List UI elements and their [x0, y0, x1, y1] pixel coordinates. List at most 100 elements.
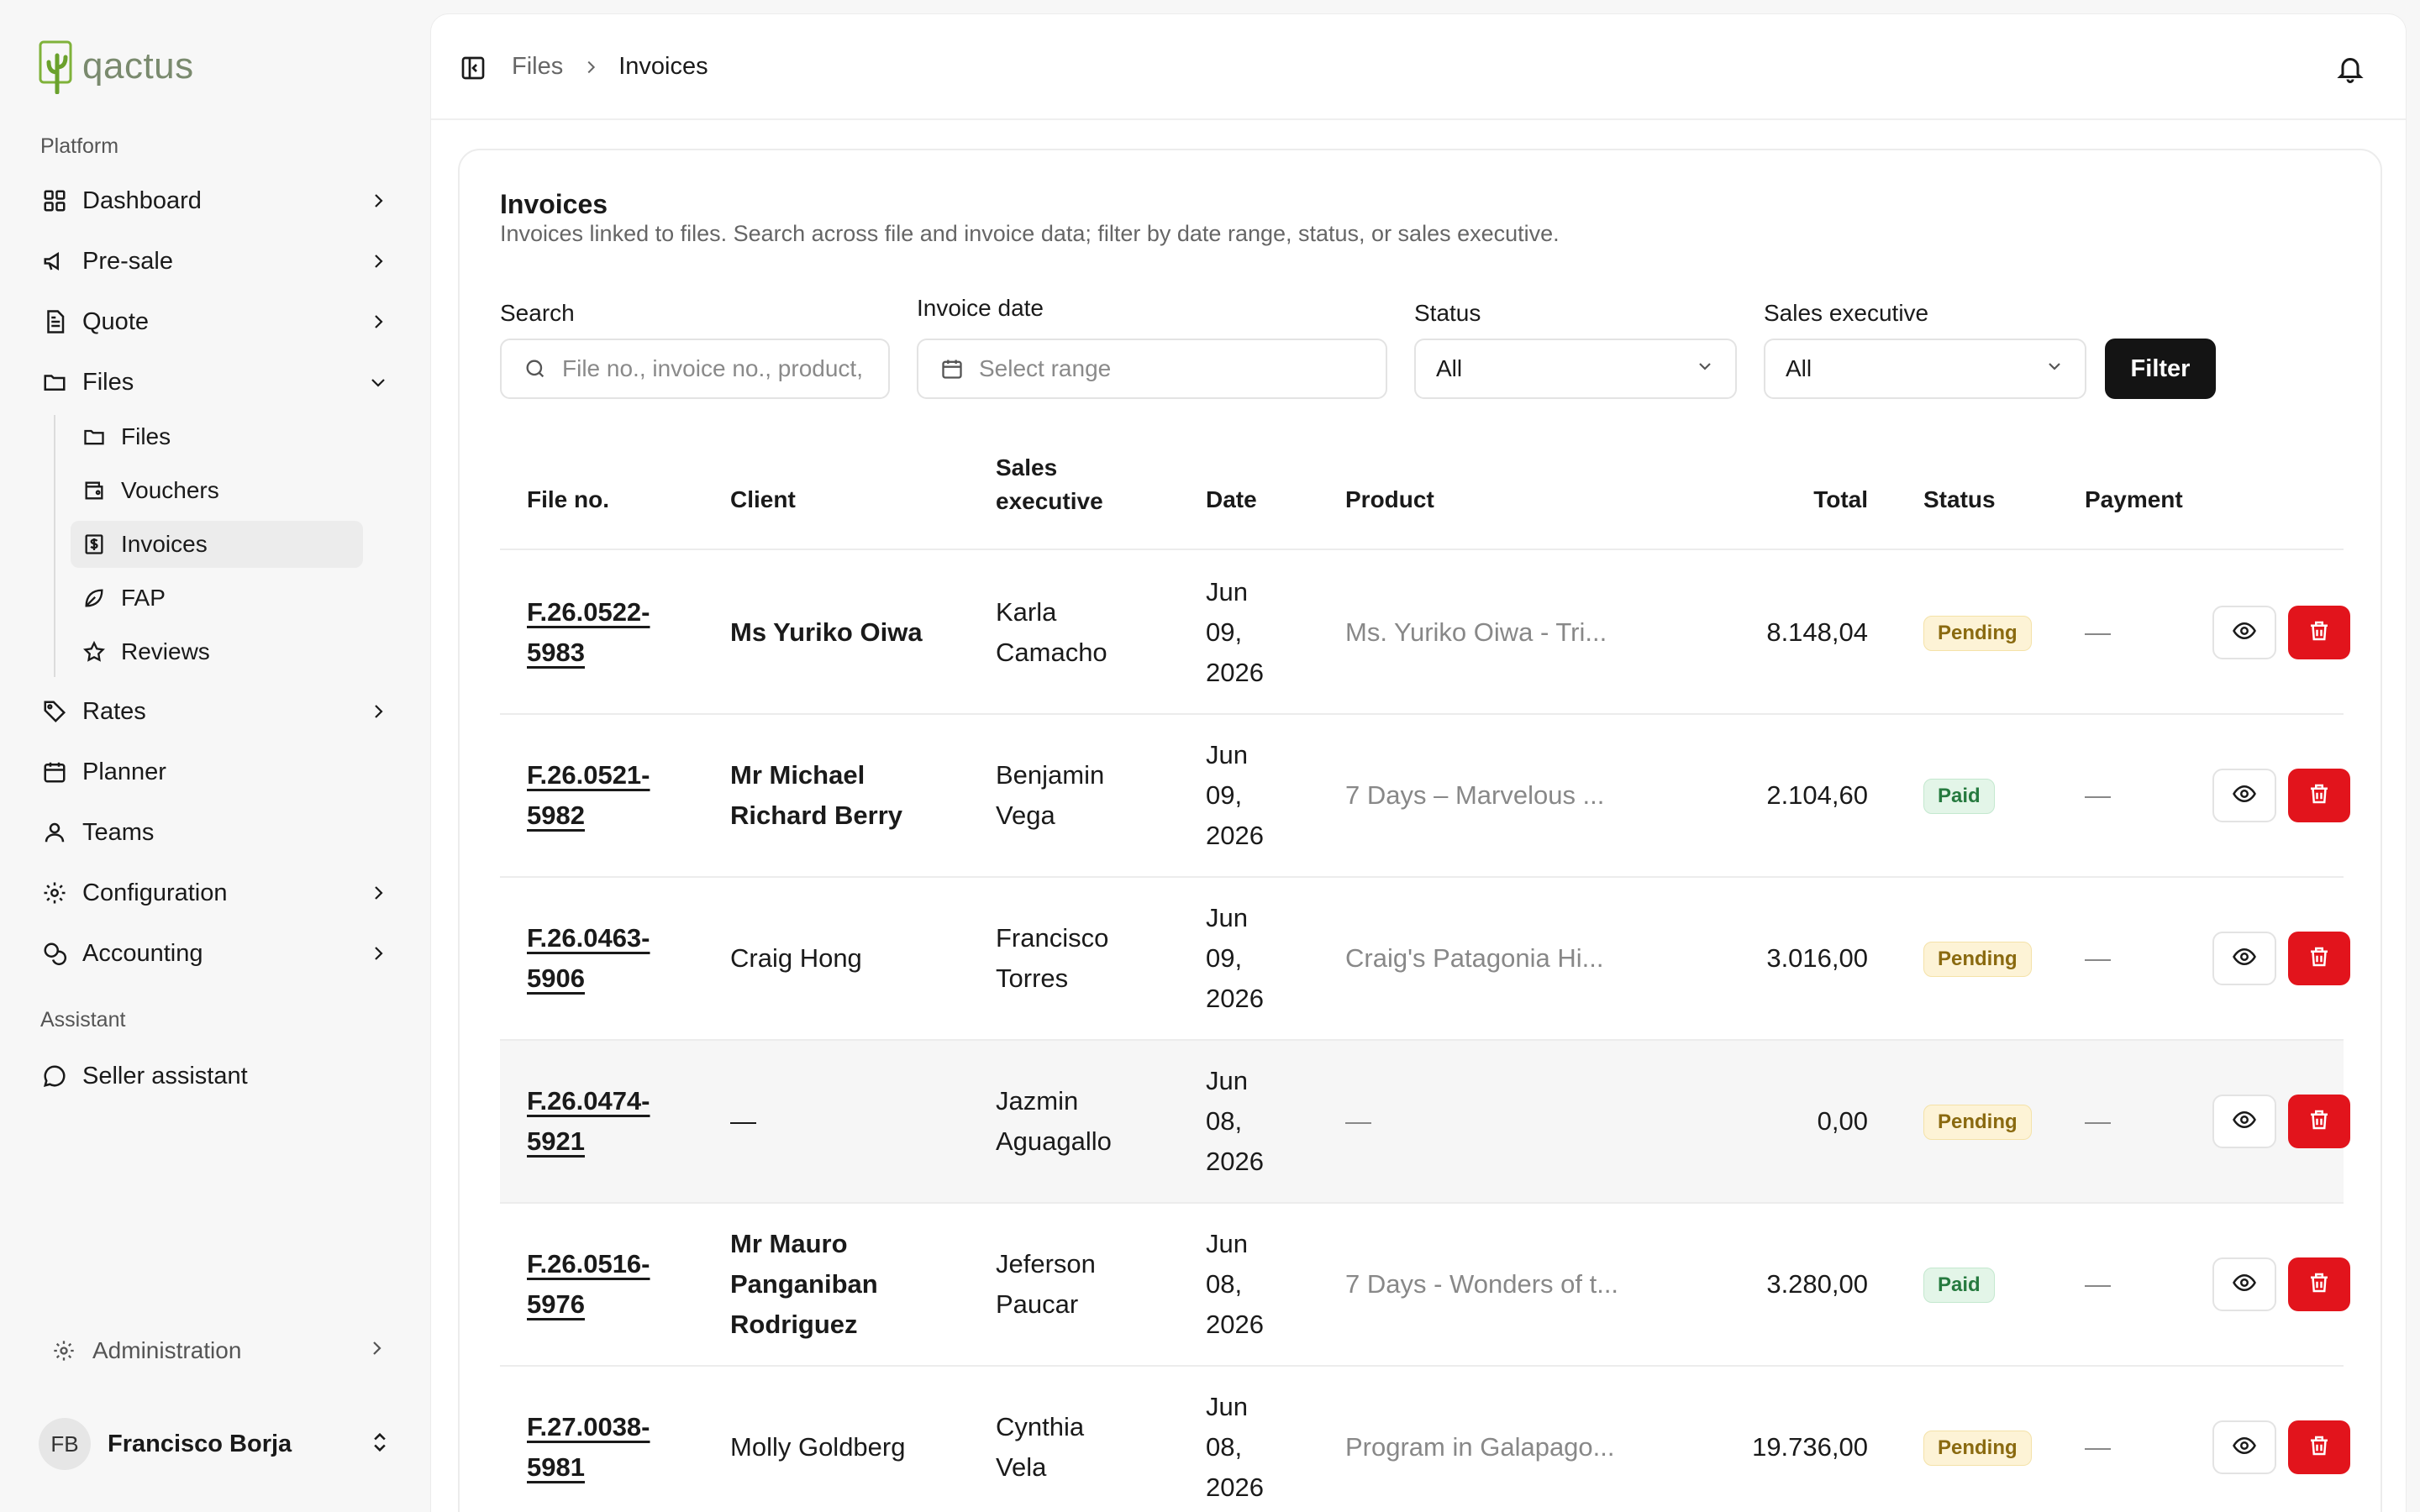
total-amount: 2.104,60	[1766, 780, 1868, 810]
breadcrumb: Files Invoices	[512, 53, 708, 81]
sidebar-subitem-reviews[interactable]: Reviews	[71, 628, 363, 675]
table-row[interactable]: F.26.0516- 5976 Mr Mauro Panganiban Rodrigu…	[500, 1204, 2350, 1367]
search-label: Search	[500, 300, 575, 326]
sidebar-subitem-invoices[interactable]: Invoices	[71, 521, 363, 568]
sidebar-item-seller-assistant[interactable]: Seller assistant	[34, 1052, 395, 1100]
administration-label: Administration	[92, 1337, 242, 1363]
sales-executive-select[interactable]: All	[1764, 339, 2086, 399]
file-number-link[interactable]: F.26.0474- 5921	[527, 1081, 650, 1162]
payment-value: —	[2085, 617, 2111, 647]
breadcrumb-files-link[interactable]: Files	[512, 53, 563, 81]
status-label: Status	[1414, 300, 1481, 326]
column-header-sales-executive[interactable]: Sales executive	[996, 451, 1103, 518]
invoice-date: Jun 08, 2026	[1206, 1066, 1264, 1176]
eye-icon	[2232, 1270, 2257, 1299]
sidebar-item-accounting[interactable]: Accounting	[34, 929, 395, 978]
sales-executive: Karla Camacho	[996, 597, 1107, 667]
star-icon	[81, 638, 108, 665]
table-row[interactable]: F.26.0474- 5921 — Jazmin Aguagallo Jun 08, 2…	[500, 1041, 2350, 1204]
file-number-link[interactable]: F.26.0521- 5982	[527, 755, 650, 836]
delete-button[interactable]	[2288, 606, 2350, 659]
delete-button[interactable]	[2288, 1420, 2350, 1474]
file-number-link[interactable]: F.26.0463- 5906	[527, 918, 650, 999]
sidebar-item-dashboard[interactable]: Dashboard	[34, 176, 395, 225]
payment-value: —	[2085, 1106, 2111, 1136]
table-row[interactable]: F.27.0038- 5981 Molly Goldberg Cynthia Vel…	[500, 1367, 2350, 1512]
delete-button[interactable]	[2288, 1095, 2350, 1148]
user-menu[interactable]: FB Francisco Borja	[39, 1418, 392, 1470]
view-button[interactable]	[2212, 1420, 2276, 1474]
column-header-total[interactable]: Total	[1742, 483, 1868, 517]
column-header-product[interactable]: Product	[1345, 483, 1434, 517]
chevron-right-icon	[365, 187, 392, 214]
view-button[interactable]	[2212, 1095, 2276, 1148]
column-header-status[interactable]: Status	[1923, 483, 1996, 517]
sidebar-subitem-label: Vouchers	[121, 477, 219, 503]
logo[interactable]: qactus	[39, 39, 194, 94]
total-amount: 8.148,04	[1766, 617, 1868, 647]
cactus-logo-icon	[39, 40, 72, 94]
status-badge: Pending	[1923, 942, 2032, 977]
file-number-link[interactable]: F.26.0516- 5976	[527, 1244, 650, 1325]
top-bar: Files Invoices	[431, 14, 2406, 120]
sidebar-item-quote[interactable]: Quote	[34, 297, 395, 346]
sidebar-toggle-icon[interactable]	[460, 55, 488, 83]
sidebar-item-planner[interactable]: Planner	[34, 748, 395, 796]
sidebar-item-pre-sale[interactable]: Pre-sale	[34, 237, 395, 286]
invoice-date: Jun 08, 2026	[1206, 1229, 1264, 1339]
view-button[interactable]	[2212, 606, 2276, 659]
chat-bubble-icon	[40, 1062, 69, 1090]
sidebar-subitem-label: Reviews	[121, 638, 210, 664]
file-number-link[interactable]: F.27.0038- 5981	[527, 1407, 650, 1488]
coins-icon	[40, 939, 69, 968]
sidebar-subitem-vouchers[interactable]: Vouchers	[71, 467, 363, 514]
sidebar-subitem-fap[interactable]: FAP	[71, 575, 363, 622]
bell-icon[interactable]	[2332, 50, 2369, 87]
sidebar-item-administration[interactable]: Administration	[50, 1327, 387, 1374]
table-row[interactable]: F.26.0521- 5982 Mr Michael Richard Berry B…	[500, 715, 2350, 878]
table-header: File no. Client Sales executive Date Pro…	[500, 451, 2344, 550]
table-row[interactable]: F.26.0463- 5906 Craig Hong Francisco Torre…	[500, 878, 2350, 1041]
status-select[interactable]: All	[1414, 339, 1737, 399]
sidebar-item-rates[interactable]: Rates	[34, 687, 395, 736]
client-name: Craig Hong	[730, 943, 862, 973]
eye-icon	[2232, 781, 2257, 811]
calendar-icon	[939, 355, 965, 382]
eye-icon	[2232, 944, 2257, 974]
chevron-down-icon	[365, 369, 392, 396]
filter-button[interactable]: Filter	[2105, 339, 2216, 399]
sidebar-item-files[interactable]: Files	[34, 358, 395, 407]
view-button[interactable]	[2212, 769, 2276, 822]
submenu-guide-line	[54, 415, 55, 677]
sidebar-item-configuration[interactable]: Configuration	[34, 869, 395, 917]
column-header-payment[interactable]: Payment	[2085, 483, 2183, 517]
status-select-value: All	[1436, 355, 1463, 381]
payment-value: —	[2085, 1432, 2111, 1462]
column-header-sales-executive-line1: Sales	[996, 454, 1058, 480]
client-name: Mr Mauro Panganiban Rodriguez	[730, 1229, 878, 1339]
view-button[interactable]	[2212, 1257, 2276, 1311]
status-badge: Paid	[1923, 779, 1995, 814]
total-amount: 0,00	[1817, 1106, 1868, 1136]
product-name: Ms. Yuriko Oiwa - Tri...	[1345, 617, 1607, 647]
column-header-date[interactable]: Date	[1206, 483, 1257, 517]
sidebar-subitem-files[interactable]: Files	[71, 413, 363, 460]
column-header-client[interactable]: Client	[730, 483, 796, 517]
column-header-file-no[interactable]: File no.	[527, 483, 609, 517]
trash-icon	[2307, 1107, 2332, 1137]
sidebar-item-label: Files	[82, 368, 134, 396]
invoice-date: Jun 08, 2026	[1206, 1392, 1264, 1502]
sidebar-item-teams[interactable]: Teams	[34, 808, 395, 857]
eye-icon	[2232, 1107, 2257, 1137]
delete-button[interactable]	[2288, 1257, 2350, 1311]
breadcrumb-current: Invoices	[618, 53, 708, 80]
file-number-link[interactable]: F.26.0522- 5983	[527, 592, 650, 673]
sidebar: qactus Platform Dashboard Pre-sale Quote…	[0, 0, 430, 1512]
eye-icon	[2232, 1433, 2257, 1462]
invoice-date-picker[interactable]: Select range	[917, 339, 1387, 399]
table-row[interactable]: F.26.0522- 5983 Ms Yuriko Oiwa Karla Camac…	[500, 552, 2350, 715]
search-input[interactable]: File no., invoice no., product, c	[500, 339, 890, 399]
delete-button[interactable]	[2288, 932, 2350, 985]
view-button[interactable]	[2212, 932, 2276, 985]
delete-button[interactable]	[2288, 769, 2350, 822]
